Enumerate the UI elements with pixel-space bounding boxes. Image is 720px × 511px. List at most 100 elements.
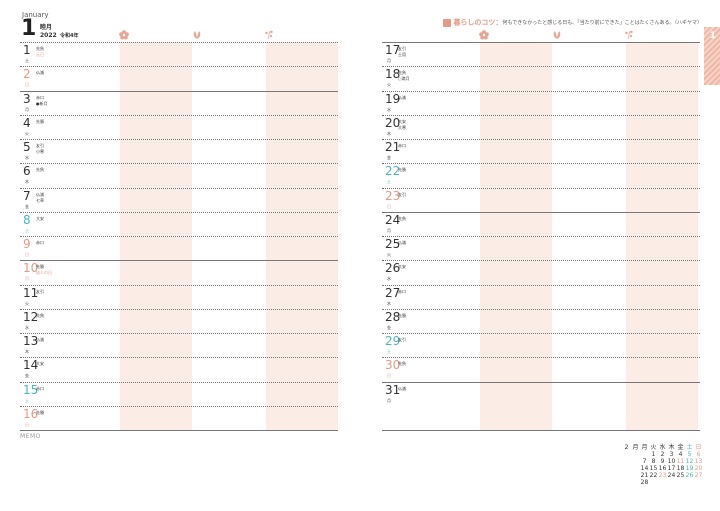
day-row[interactable]: 3 月赤口 ●新月 xyxy=(20,90,338,115)
day-weekday: 木 xyxy=(387,130,391,136)
day-rokuyo: 赤口 xyxy=(36,385,44,391)
day-row[interactable]: 28 金先勝 xyxy=(382,308,700,333)
day-weekday: 月 xyxy=(25,106,29,112)
day-row[interactable]: 2 日 仏滅 xyxy=(20,66,338,90)
mini-cal-day: 4 xyxy=(678,451,683,458)
mini-cal-day xyxy=(694,479,703,486)
day-row[interactable]: 11 火友引 xyxy=(20,284,338,309)
mini-cal-day: 11 xyxy=(676,458,685,465)
mini-cal-day: 25 xyxy=(676,472,685,479)
day-number: 4 xyxy=(23,115,31,130)
mini-cal-day: 13 xyxy=(694,458,703,465)
day-row[interactable]: 13 木仏滅 xyxy=(20,333,338,357)
day-weekday: 金 xyxy=(387,324,391,330)
mini-cal-day: 21 xyxy=(640,472,649,479)
day-weekday: 月 xyxy=(387,227,391,233)
mini-cal-day: 7 xyxy=(642,458,647,465)
day-rokuyo: 先勝 xyxy=(36,409,44,415)
day-rokuyo: 先勝 xyxy=(398,312,406,318)
mini-cal-day: 26 xyxy=(685,472,694,479)
day-weekday: 火 xyxy=(25,130,29,136)
day-rokuyo: 仏滅 xyxy=(398,240,406,245)
day-note: 小寒 xyxy=(36,149,44,154)
day-row[interactable]: 31 月仏滅 xyxy=(382,381,700,406)
mini-cal-day: 27 xyxy=(694,472,703,479)
day-rokuyo: 先勝 xyxy=(398,167,406,173)
mini-cal-day: 5 xyxy=(687,451,692,458)
day-rokuyo: 先負 xyxy=(398,215,406,221)
day-row[interactable]: 19 水仏滅 xyxy=(382,90,700,115)
day-note: 土用 xyxy=(398,52,406,57)
mini-cal-weekday: 月 xyxy=(641,444,648,451)
day-row[interactable]: 4 火 先勝 xyxy=(20,114,338,139)
day-row[interactable]: 1 土先負 元日 xyxy=(20,42,338,66)
mini-cal-day: 20 xyxy=(694,465,703,472)
day-row[interactable]: 25 火仏滅 xyxy=(382,236,700,260)
mini-calendar-february: 2 月月火水木金土日 1 2 3 4 5 6 7 8 9 10 11 12 13 14 15 16 17 18 19 20… xyxy=(622,444,703,486)
day-row[interactable]: 7 金仏滅 七草 xyxy=(20,187,338,212)
day-row[interactable]: 24 月先負 xyxy=(382,211,700,236)
day-row[interactable]: 30 日先負 xyxy=(382,357,700,381)
mini-cal-day: 12 xyxy=(685,458,694,465)
mini-cal-day: 28 xyxy=(640,479,649,486)
day-weekday: 月 xyxy=(387,397,391,403)
mini-cal-day: 16 xyxy=(658,465,667,472)
day-weekday: 日 xyxy=(25,82,29,88)
day-row[interactable]: 27 木赤口 xyxy=(382,284,700,309)
day-row[interactable]: 26 水大安 xyxy=(382,260,700,284)
day-row[interactable]: 6 木 先負 xyxy=(20,163,338,187)
day-note: ●新月 xyxy=(36,100,48,106)
leaf-icon xyxy=(553,31,561,39)
mini-cal-day: 17 xyxy=(667,465,676,472)
day-row[interactable]: 29 土友引 xyxy=(382,333,700,357)
mini-cal-day xyxy=(658,479,667,486)
day-rokuyo: 大安 xyxy=(36,215,44,221)
day-row[interactable]: 18 火先負 ○満月 xyxy=(382,66,700,90)
day-weekday: 木 xyxy=(25,349,29,354)
day-weekday: 木 xyxy=(387,300,391,306)
memo-label: MEMO xyxy=(20,433,41,440)
day-row[interactable]: 12 水先負 xyxy=(20,308,338,333)
day-row[interactable]: 17 月友引 土用 xyxy=(382,42,700,66)
mini-cal-day: 24 xyxy=(667,472,676,479)
day-weekday: 火 xyxy=(25,300,29,306)
day-row[interactable]: 10 月先勝 成人の日 xyxy=(20,260,338,284)
mini-cal-day xyxy=(667,479,676,486)
mini-cal-day: 22 xyxy=(649,472,658,479)
day-note: 元日 xyxy=(36,52,44,57)
mini-cal-month-label: 月 xyxy=(632,444,639,451)
mini-cal-day: 8 xyxy=(651,458,656,465)
mini-cal-day: 9 xyxy=(660,458,665,465)
day-weekday: 日 xyxy=(25,421,29,427)
flower-icon xyxy=(479,30,489,40)
mini-cal-day: 23 xyxy=(658,472,667,479)
month-number: 1 xyxy=(21,16,37,41)
day-row[interactable]: 23 日友引 xyxy=(382,187,700,212)
house-icon xyxy=(443,18,452,27)
day-weekday: 日 xyxy=(387,203,391,209)
mini-cal-day: 18 xyxy=(676,465,685,472)
day-number: 6 xyxy=(23,164,31,179)
day-weekday: 日 xyxy=(25,252,29,257)
day-row[interactable]: 20 木大安 大寒 xyxy=(382,114,700,139)
day-row[interactable]: 14 金大安 xyxy=(20,357,338,381)
day-number: 3 xyxy=(23,91,31,106)
grid-bottom-line xyxy=(20,430,338,431)
day-row[interactable]: 21 金赤口 xyxy=(382,139,700,163)
day-rokuyo: 赤口 xyxy=(398,143,406,148)
day-row[interactable]: 9 日 赤口 xyxy=(20,236,338,260)
day-row[interactable]: 16 日先勝 xyxy=(20,405,338,430)
day-row[interactable]: 22 土先勝 xyxy=(382,163,700,187)
left-page: January 1 睦月 2022 令和4年 1 土先負 元日 2 日仏滅 3 月赤口 ●新月… xyxy=(0,0,360,511)
day-weekday: 金 xyxy=(387,155,391,160)
tip-banner: 暮らしのコツ：何もできなかったと感じる日も、「当たり前にできた」ことはたくさんあ… xyxy=(443,12,702,27)
tip-text: 何もできなかったと感じる日も、「当たり前にできた」ことはたくさんある。（ハギヤマ… xyxy=(502,20,702,26)
mini-cal-weekday: 木 xyxy=(668,444,675,451)
day-rokuyo: 友引 xyxy=(398,337,406,342)
day-row[interactable]: 5 水友引 小寒 xyxy=(20,139,338,163)
day-note: 成人の日 xyxy=(36,270,52,276)
day-row[interactable]: 8 土 大安 xyxy=(20,211,338,236)
sprout-icon xyxy=(265,30,273,40)
day-rokuyo: 先負 xyxy=(36,167,44,173)
day-row[interactable]: 15 土赤口 xyxy=(20,381,338,406)
